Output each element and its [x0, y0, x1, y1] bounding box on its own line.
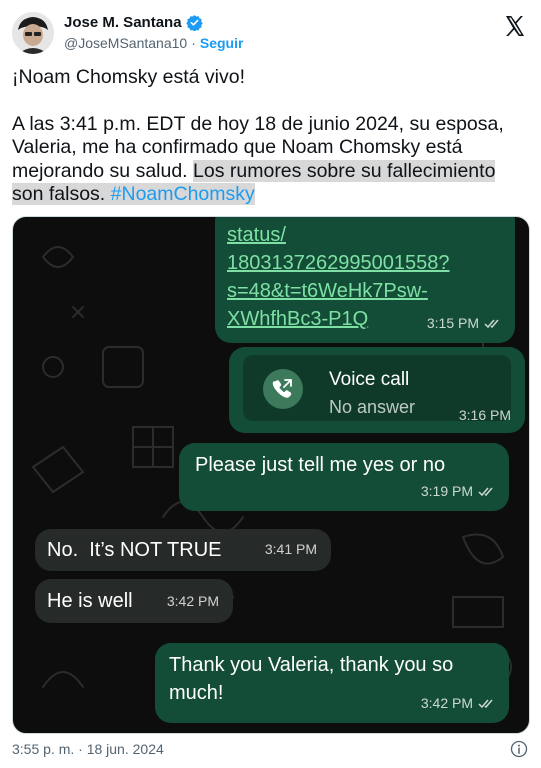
info-icon[interactable]: [510, 740, 528, 758]
message-time: 3:15 PM: [426, 315, 479, 331]
double-check-icon: [478, 699, 493, 708]
message-meta: 3:42 PM: [421, 689, 495, 717]
message-link-line[interactable]: s=48&t=t6WeHk7Psw-: [227, 277, 503, 305]
hashtag-link[interactable]: #NoamChomsky: [110, 183, 255, 205]
message-time: 3:41 PM: [264, 541, 317, 557]
message-meta: 3:16 PM: [459, 401, 511, 429]
avatar[interactable]: [12, 12, 54, 54]
message-meta: 3:41 PM: [265, 535, 317, 563]
outgoing-message[interactable]: Please just tell me yes or no 3:19 PM: [179, 443, 509, 511]
message-link-line[interactable]: 1803137262995001558?: [227, 249, 503, 277]
message-meta: 3:15 PM: [427, 309, 501, 337]
phone-call-icon: [263, 369, 303, 409]
incoming-message[interactable]: He is well 3:42 PM: [35, 579, 233, 623]
tweet-header: Jose M. Santana @JoseMSantana10 · Seguir: [12, 10, 529, 60]
outgoing-link-message[interactable]: status/ 1803137262995001558? s=48&t=t6We…: [215, 217, 515, 343]
chat-screenshot-image[interactable]: status/ 1803137262995001558? s=48&t=t6We…: [12, 216, 530, 734]
message-meta: 3:19 PM: [421, 477, 495, 505]
author-name[interactable]: Jose M. Santana: [64, 14, 182, 31]
double-check-icon: [478, 487, 493, 496]
tweet-body: A las 3:41 p.m. EDT de hoy 18 de junio 2…: [12, 113, 517, 207]
incoming-message[interactable]: No. It’s NOT TRUE 3:41 PM: [35, 529, 331, 571]
call-title: Voice call: [329, 369, 410, 390]
tweet-text: ¡Noam Chomsky está vivo! A las 3:41 p.m.…: [12, 66, 517, 207]
author-name-row: Jose M. Santana: [64, 14, 203, 31]
call-status: No answer: [329, 397, 416, 417]
verified-badge-icon: [185, 15, 203, 31]
follow-button[interactable]: Seguir: [200, 35, 244, 51]
outgoing-message[interactable]: Thank you Valeria, thank you so much! 3:…: [155, 643, 509, 723]
x-logo-icon[interactable]: [503, 14, 527, 38]
double-check-icon: [484, 319, 499, 328]
author-handle[interactable]: @JoseMSantana10: [64, 35, 187, 51]
tweet-headline: ¡Noam Chomsky está vivo!: [12, 66, 245, 88]
message-text: Please just tell me yes or no: [195, 454, 446, 476]
message-time: 3:16 PM: [458, 407, 511, 423]
message-time: 3:42 PM: [420, 695, 473, 711]
tweet-timestamp[interactable]: 3:55 p. m. · 18 jun. 2024: [12, 741, 164, 757]
message-meta: 3:42 PM: [167, 587, 219, 615]
message-time: 3:19 PM: [420, 483, 473, 499]
message-link-line[interactable]: status/: [227, 221, 503, 249]
voice-call-message[interactable]: Voice call No answer 3:16 PM: [229, 347, 525, 433]
message-time: 3:42 PM: [166, 593, 219, 609]
separator-dot: ·: [191, 35, 196, 51]
handle-row: @JoseMSantana10 · Seguir: [64, 35, 243, 51]
